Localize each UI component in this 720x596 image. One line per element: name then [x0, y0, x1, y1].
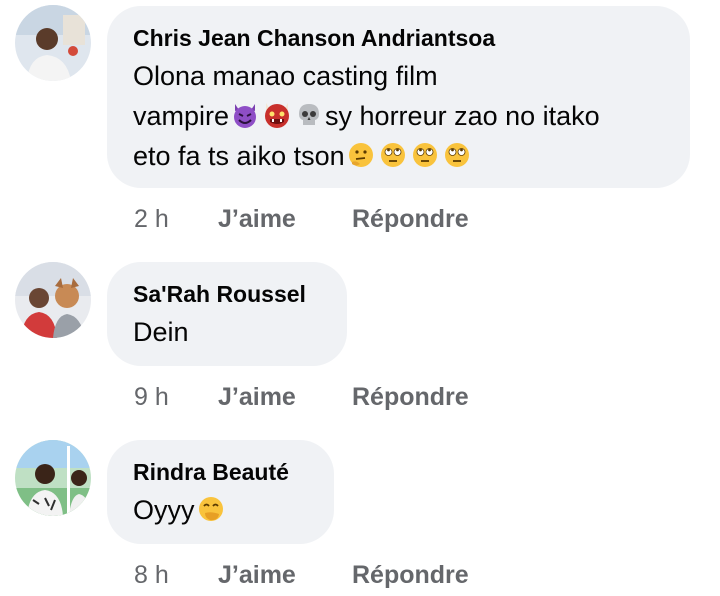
- thinking-face-icon: [348, 143, 373, 167]
- comment-author[interactable]: Sa'Rah Roussel: [133, 280, 321, 308]
- comment-timestamp[interactable]: 2 h: [134, 205, 218, 234]
- avatar[interactable]: [15, 5, 91, 81]
- comment-author[interactable]: Chris Jean Chanson Andriantsoa: [133, 24, 664, 52]
- face-with-rolling-eyes-icon: [412, 143, 437, 167]
- ogre-icon: [265, 103, 290, 128]
- avatar[interactable]: [15, 440, 91, 516]
- like-button[interactable]: J’aime: [218, 561, 352, 590]
- comment-bubble: Chris Jean Chanson Andriantsoa Olona man…: [107, 6, 690, 188]
- like-button[interactable]: J’aime: [218, 383, 352, 412]
- comment-bubble: Sa'Rah Roussel Dein: [107, 262, 347, 366]
- comment-author[interactable]: Rindra Beauté: [133, 458, 308, 486]
- comment-actions: 9 h J’aime Répondre: [134, 377, 469, 417]
- comment-text-line: Oyyy: [133, 495, 195, 525]
- face-with-rolling-eyes-icon: [380, 143, 405, 167]
- comment-timestamp[interactable]: 9 h: [134, 383, 218, 412]
- reply-button[interactable]: Répondre: [352, 205, 469, 234]
- face-with-hand-over-mouth-icon: [198, 497, 223, 521]
- face-with-rolling-eyes-icon: [444, 143, 469, 167]
- reply-button[interactable]: Répondre: [352, 561, 469, 590]
- smiling-face-with-horns-icon: [234, 104, 257, 128]
- comment-text: Dein: [133, 317, 189, 347]
- comment-bubble: Rindra Beauté Oyyy: [107, 440, 334, 544]
- comment-text: Oyyy: [133, 490, 308, 530]
- comment-text: Olona manao casting film vampire sy horr…: [133, 56, 664, 176]
- comment-text-line: sy horreur zao no itako: [325, 101, 600, 131]
- reply-button[interactable]: Répondre: [352, 383, 469, 412]
- comment-text-line: vampire: [133, 101, 230, 131]
- comment-actions: 8 h J’aime Répondre: [134, 555, 469, 595]
- comment-text-line: Olona manao casting film: [133, 61, 438, 91]
- like-button[interactable]: J’aime: [218, 205, 352, 234]
- skull-icon: [299, 104, 320, 125]
- avatar[interactable]: [15, 262, 91, 338]
- comment-text-line: eto fa ts aiko tson: [133, 141, 345, 171]
- comment-actions: 2 h J’aime Répondre: [134, 199, 469, 239]
- comment-timestamp[interactable]: 8 h: [134, 561, 218, 590]
